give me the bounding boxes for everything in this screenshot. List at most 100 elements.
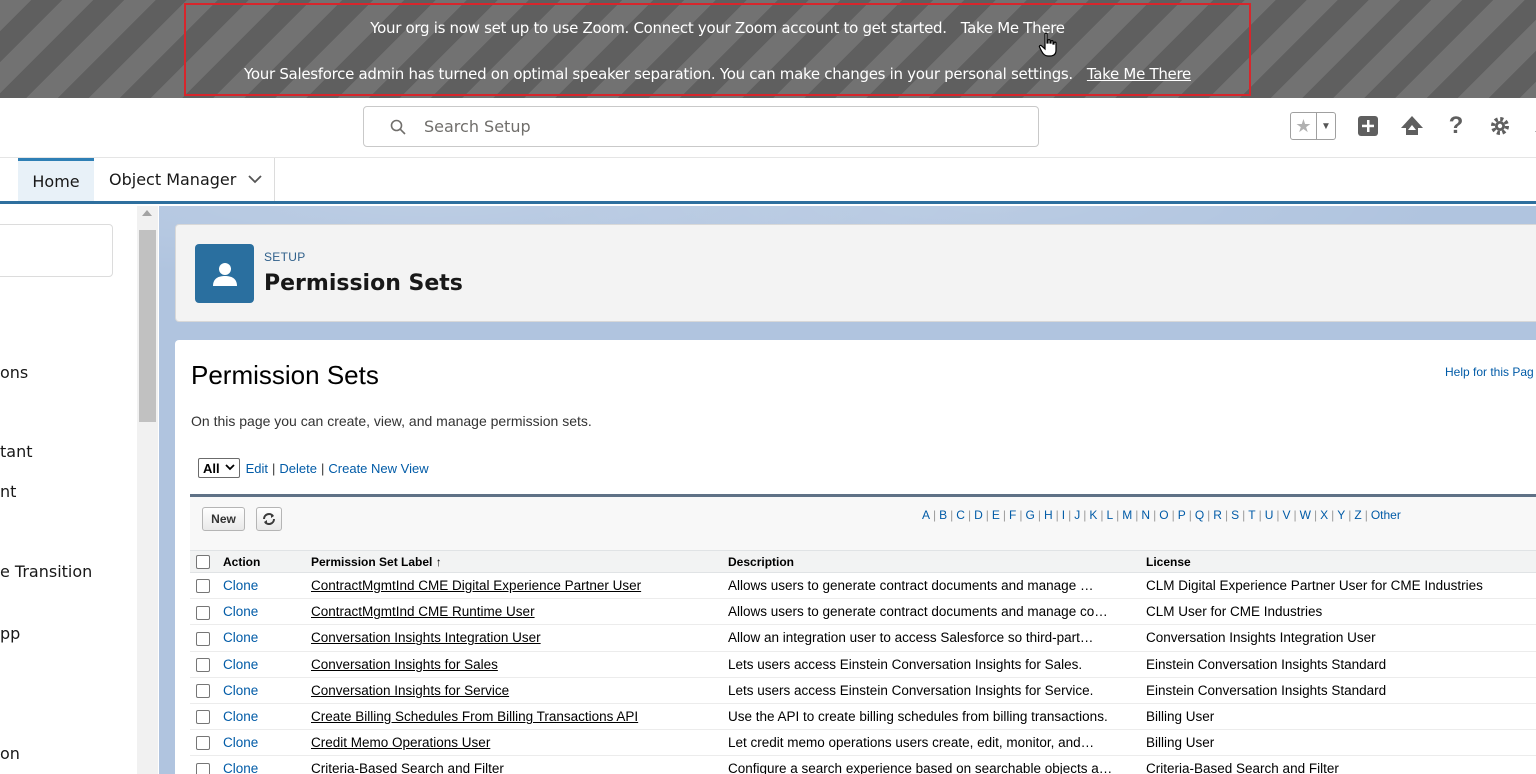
row-select-cell bbox=[190, 703, 217, 731]
description-cell: Let credit memo operations users create,… bbox=[722, 729, 1140, 757]
edit-view-link[interactable]: Edit bbox=[246, 461, 268, 476]
alpha-filter-letter[interactable]: G bbox=[1025, 508, 1034, 522]
license-cell: Conversation Insights Integration User bbox=[1140, 624, 1536, 652]
alpha-filter-letter[interactable]: Z bbox=[1354, 508, 1361, 522]
permission-sets-table: Action Permission Set Label ↑ Descriptio… bbox=[190, 550, 1536, 774]
alpha-filter-letter[interactable]: I bbox=[1062, 508, 1065, 522]
clone-link[interactable]: Clone bbox=[223, 683, 258, 698]
list-toolbar: New A | B | C | D | E | F | G | H | I | J | K | L | M | N | O | P | Q | R |… bbox=[190, 497, 1536, 543]
sidebar-item-2[interactable]: tant bbox=[0, 442, 33, 461]
row-checkbox[interactable] bbox=[196, 605, 210, 620]
scroll-thumb[interactable] bbox=[139, 230, 156, 422]
help-link[interactable]: Help for this Pag bbox=[1445, 365, 1534, 379]
alpha-filter-letter[interactable]: B bbox=[939, 508, 947, 522]
alpha-filter-letter[interactable]: Other bbox=[1371, 508, 1401, 522]
alpha-filter-letter[interactable]: S bbox=[1231, 508, 1239, 522]
alpha-filter-letter[interactable]: H bbox=[1044, 508, 1053, 522]
new-button[interactable]: New bbox=[202, 507, 245, 531]
gear-icon[interactable] bbox=[1488, 114, 1512, 138]
column-header-label[interactable]: Permission Set Label ↑ bbox=[305, 550, 722, 573]
delete-view-link[interactable]: Delete bbox=[279, 461, 317, 476]
column-header-description[interactable]: Description bbox=[722, 550, 1140, 573]
view-select[interactable]: All bbox=[198, 458, 240, 478]
alpha-filter-letter[interactable]: N bbox=[1141, 508, 1150, 522]
sidebar-item-1[interactable]: ons bbox=[0, 363, 28, 382]
row-checkbox[interactable] bbox=[196, 631, 210, 646]
permission-set-link[interactable]: ContractMgmtInd CME Runtime User bbox=[311, 604, 535, 619]
row-select-cell bbox=[190, 729, 217, 757]
sidebar-item-5[interactable]: pp bbox=[0, 624, 20, 643]
clone-link[interactable]: Clone bbox=[223, 735, 258, 750]
permission-set-link[interactable]: Criteria-Based Search and Filter bbox=[311, 761, 504, 774]
alpha-filter-letter[interactable]: O bbox=[1159, 508, 1168, 522]
quick-find-input[interactable] bbox=[0, 224, 113, 277]
alpha-filter-letter[interactable]: E bbox=[992, 508, 1000, 522]
notifications-bell-icon[interactable] bbox=[1532, 114, 1536, 138]
license-cell: Einstein Conversation Insights Standard bbox=[1140, 677, 1536, 704]
alpha-filter-letter[interactable]: W bbox=[1300, 508, 1311, 522]
clone-link[interactable]: Clone bbox=[223, 709, 258, 724]
chevron-down-icon[interactable] bbox=[248, 173, 262, 187]
banner-speaker-link[interactable]: Take Me There bbox=[1087, 65, 1191, 83]
star-icon[interactable]: ★ bbox=[1291, 113, 1317, 139]
alpha-separator: | bbox=[1293, 508, 1297, 522]
alpha-filter-letter[interactable]: M bbox=[1122, 508, 1132, 522]
search-setup-input[interactable]: Search Setup bbox=[363, 106, 1039, 147]
permission-set-link[interactable]: Conversation Insights for Sales bbox=[311, 657, 498, 672]
permission-set-link[interactable]: Conversation Insights Integration User bbox=[311, 630, 541, 645]
hand-cursor-icon bbox=[1038, 32, 1057, 57]
alpha-filter-letter[interactable]: Y bbox=[1337, 508, 1345, 522]
alpha-filter-letter[interactable]: Q bbox=[1195, 508, 1204, 522]
alpha-filter-letter[interactable]: A bbox=[922, 508, 930, 522]
alpha-filter-letter[interactable]: X bbox=[1320, 508, 1328, 522]
row-checkbox[interactable] bbox=[196, 579, 210, 594]
scroll-up-arrow-icon[interactable] bbox=[142, 210, 152, 216]
permission-set-link[interactable]: Conversation Insights for Service bbox=[311, 683, 509, 698]
row-checkbox[interactable] bbox=[196, 736, 210, 751]
help-icon[interactable]: ? bbox=[1444, 112, 1468, 139]
clone-link[interactable]: Clone bbox=[223, 761, 258, 774]
column-header-license[interactable]: License bbox=[1140, 550, 1536, 573]
description-cell: Lets users access Einstein Conversation … bbox=[722, 677, 1140, 704]
separator: | bbox=[321, 460, 325, 476]
refresh-button[interactable] bbox=[256, 507, 282, 531]
label-cell: Conversation Insights for Sales bbox=[305, 651, 722, 678]
permission-set-link[interactable]: Create Billing Schedules From Billing Tr… bbox=[311, 709, 638, 724]
trailhead-icon[interactable] bbox=[1400, 114, 1424, 138]
row-checkbox[interactable] bbox=[196, 684, 210, 699]
sidebar-scrollbar[interactable] bbox=[137, 206, 158, 774]
global-actions-icon[interactable] bbox=[1356, 114, 1380, 138]
alpha-filter-letter[interactable]: R bbox=[1213, 508, 1222, 522]
permission-set-link[interactable]: ContractMgmtInd CME Digital Experience P… bbox=[311, 578, 641, 593]
tab-home[interactable]: Home bbox=[18, 158, 94, 201]
alpha-filter-letter[interactable]: V bbox=[1283, 508, 1291, 522]
tab-object-manager[interactable]: Object Manager bbox=[95, 158, 275, 201]
row-checkbox[interactable] bbox=[196, 710, 210, 725]
clone-link[interactable]: Clone bbox=[223, 630, 258, 645]
row-checkbox[interactable] bbox=[196, 657, 210, 672]
clone-link[interactable]: Clone bbox=[223, 657, 258, 672]
alpha-filter-letter[interactable]: C bbox=[956, 508, 965, 522]
row-select-cell bbox=[190, 572, 217, 600]
alpha-separator: | bbox=[1331, 508, 1335, 522]
create-view-link[interactable]: Create New View bbox=[328, 461, 428, 476]
permission-set-link[interactable]: Credit Memo Operations User bbox=[311, 735, 490, 750]
alpha-filter-letter[interactable]: L bbox=[1106, 508, 1113, 522]
action-cell: Clone bbox=[217, 729, 305, 757]
alpha-filter-letter[interactable]: D bbox=[974, 508, 983, 522]
clone-link[interactable]: Clone bbox=[223, 578, 258, 593]
clone-link[interactable]: Clone bbox=[223, 604, 258, 619]
alpha-filter-letter[interactable]: K bbox=[1089, 508, 1097, 522]
alpha-filter-letter[interactable]: F bbox=[1009, 508, 1016, 522]
favorites-dropdown-icon[interactable]: ▼ bbox=[1317, 113, 1335, 139]
alpha-filter-letter[interactable]: P bbox=[1178, 508, 1186, 522]
select-all-checkbox[interactable] bbox=[196, 554, 210, 569]
alpha-separator: | bbox=[1100, 508, 1104, 522]
row-checkbox[interactable] bbox=[196, 762, 210, 774]
alpha-filter-letter[interactable]: U bbox=[1265, 508, 1274, 522]
sidebar-item-6[interactable]: on bbox=[0, 744, 20, 763]
alpha-filter-letter[interactable]: J bbox=[1074, 508, 1080, 522]
sidebar-item-4[interactable]: e Transition bbox=[0, 562, 92, 581]
alpha-filter-letter[interactable]: T bbox=[1248, 508, 1255, 522]
sidebar-item-3[interactable]: nt bbox=[0, 482, 16, 501]
